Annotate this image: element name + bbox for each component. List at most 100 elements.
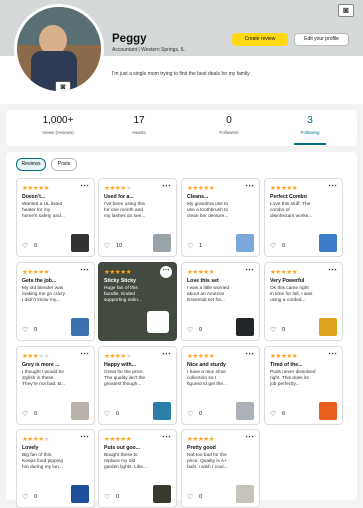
review-body: I have a nice shoe collection so I figur… xyxy=(187,370,228,387)
stat-followers[interactable]: 0 Followers xyxy=(189,115,269,135)
heart-icon[interactable]: ♡ xyxy=(270,411,276,418)
heart-count: 6 xyxy=(282,411,286,417)
review-card[interactable]: ★★★★★ ⋯ Lovely Big fan of this. Keeps food … xyxy=(16,429,95,508)
review-title: Cleans... xyxy=(187,194,209,200)
product-thumbnail xyxy=(71,485,89,503)
heart-count: 0 xyxy=(282,327,286,333)
stat-views: 1,000+ Views (reviews) xyxy=(18,115,98,135)
review-body: I was a little worried about an Amazon E… xyxy=(187,286,230,303)
avatar[interactable]: ◙ xyxy=(14,4,104,94)
product-thumbnail xyxy=(153,402,171,420)
star-rating: ★★★★★ xyxy=(270,353,298,360)
review-body: Bought these to replace my old garden li… xyxy=(104,453,147,470)
review-card[interactable]: ★★★★★ ⋯ Sticky Sticky Huge fan of this bund… xyxy=(98,262,177,341)
review-card[interactable]: ★★★★★ ⋯ Nice and sturdy I have a nice shoe … xyxy=(181,346,260,425)
more-options-icon[interactable]: ⋯ xyxy=(162,432,171,441)
avatar-camera-icon[interactable]: ◙ xyxy=(55,81,71,91)
heart-icon[interactable]: ♡ xyxy=(270,327,276,334)
profile-location: Accountant | Western Springs, IL xyxy=(112,47,185,53)
product-thumbnail xyxy=(236,485,254,503)
tab-reviews[interactable]: Reviews xyxy=(16,158,46,171)
star-rating: ★★★★★ xyxy=(22,269,50,276)
more-options-icon[interactable]: ⋯ xyxy=(245,181,254,190)
heart-icon[interactable]: ♡ xyxy=(22,411,28,418)
review-card[interactable]: ★★★★★ ⋯ Very Powerful Ok this came right in… xyxy=(264,262,343,341)
heart-icon[interactable]: ♡ xyxy=(22,327,28,334)
review-card[interactable]: ★★★★★ ⋯ Puts out goo... Bought these to rep… xyxy=(98,429,177,508)
stat-views-value: 1,000+ xyxy=(42,115,74,126)
more-options-icon[interactable]: ⋯ xyxy=(160,266,172,278)
review-card[interactable]: ★★★★★ ⋯ Pretty good Not too bad for the pri… xyxy=(181,429,260,508)
review-card[interactable]: ★★★★★ ⋯ Grey is more ... I thought I would … xyxy=(16,346,95,425)
more-options-icon[interactable]: ⋯ xyxy=(162,349,171,358)
camera-icon[interactable]: ◙ xyxy=(338,4,354,17)
heart-icon[interactable]: ♡ xyxy=(104,411,110,418)
review-card[interactable]: ★★★★★ ⋯ Tired of the... Pods never dissolve… xyxy=(264,346,343,425)
more-options-icon[interactable]: ⋯ xyxy=(245,265,254,274)
star-rating: ★★★★★ xyxy=(104,436,132,443)
more-options-icon[interactable]: ⋯ xyxy=(162,181,171,190)
product-thumbnail xyxy=(319,234,337,252)
heart-icon[interactable]: ♡ xyxy=(187,243,193,250)
review-body: Great for the price. The quality isn't t… xyxy=(104,370,146,387)
product-thumbnail xyxy=(319,318,337,336)
heart-icon[interactable]: ♡ xyxy=(187,411,193,418)
edit-profile-button[interactable]: Edit your profile xyxy=(294,33,349,46)
heart-count: 0 xyxy=(199,327,203,333)
review-card[interactable]: ★★★★★ ⋯ Happy with... Great for the price. … xyxy=(98,346,177,425)
heart-icon[interactable]: ♡ xyxy=(187,327,193,334)
more-options-icon[interactable]: ⋯ xyxy=(328,349,337,358)
review-title: Gets the job... xyxy=(22,278,57,284)
review-title: Puts out goo... xyxy=(104,445,141,451)
product-thumbnail xyxy=(236,402,254,420)
stat-following-label: Following xyxy=(300,130,320,135)
heart-icon[interactable]: ♡ xyxy=(270,243,276,250)
stats-bar: 1,000+ Views (reviews) 17 Hearts 0 Follo… xyxy=(6,110,357,146)
star-rating: ★★★★★ xyxy=(22,436,50,443)
star-rating: ★★★★★ xyxy=(104,353,132,360)
more-options-icon[interactable]: ⋯ xyxy=(80,265,89,274)
review-card[interactable]: ★★★★★ ⋯ Cleans... My grandma use to use a t… xyxy=(181,178,260,257)
review-card[interactable]: ★★★★★ ⋯ Used for a... I've been using this … xyxy=(98,178,177,257)
review-card[interactable]: ★★★★★ ⋯ Love this set I was a little worrie… xyxy=(181,262,260,341)
review-body: Ok this came right in time for fall, I w… xyxy=(270,286,313,303)
heart-count: 0 xyxy=(116,411,120,417)
review-card[interactable]: ★★★★★ ⋯ Doesn't... Wanted a UL listed heate… xyxy=(16,178,95,257)
stat-followers-value: 0 xyxy=(226,115,232,126)
review-body: Not too bad for the price. Quality is A+… xyxy=(187,453,228,470)
more-options-icon[interactable]: ⋯ xyxy=(245,432,254,441)
more-options-icon[interactable]: ⋯ xyxy=(245,349,254,358)
stat-following[interactable]: 3 Following xyxy=(270,115,350,145)
heart-icon[interactable]: ♡ xyxy=(104,243,110,250)
more-options-icon[interactable]: ⋯ xyxy=(328,265,337,274)
review-body: Love this stuff. The combo of disinfecta… xyxy=(270,202,313,219)
profile-name: Peggy xyxy=(112,33,147,45)
review-body: I thought I would be stylish in these. T… xyxy=(22,370,66,387)
more-options-icon[interactable]: ⋯ xyxy=(80,349,89,358)
star-rating: ★★★★★ xyxy=(187,185,215,192)
review-card[interactable]: ★★★★★ ⋯ Perfect Combo Love this stuff. The … xyxy=(264,178,343,257)
star-rating: ★★★★★ xyxy=(22,185,50,192)
product-thumbnail xyxy=(71,318,89,336)
tab-posts[interactable]: Posts xyxy=(51,158,77,171)
star-rating: ★★★★★ xyxy=(104,185,132,192)
stat-hearts: 17 Hearts xyxy=(99,115,179,135)
heart-count: 10 xyxy=(116,243,123,249)
heart-count: 0 xyxy=(34,411,38,417)
more-options-icon[interactable]: ⋯ xyxy=(328,181,337,190)
create-review-button[interactable]: Create review xyxy=(232,33,288,46)
review-title: Nice and sturdy xyxy=(187,362,226,368)
more-options-icon[interactable]: ⋯ xyxy=(80,181,89,190)
more-options-icon[interactable]: ⋯ xyxy=(80,432,89,441)
review-title: Love this set xyxy=(187,278,219,284)
star-rating: ★★★★★ xyxy=(187,353,215,360)
star-rating: ★★★★★ xyxy=(22,353,50,360)
product-thumbnail xyxy=(153,234,171,252)
product-thumbnail xyxy=(71,402,89,420)
stat-hearts-value: 17 xyxy=(133,115,145,126)
heart-icon[interactable]: ♡ xyxy=(22,243,28,250)
star-rating: ★★★★★ xyxy=(187,436,215,443)
review-card[interactable]: ★★★★★ ⋯ Gets the job... My old blender was … xyxy=(16,262,95,341)
content-panel: Reviews Posts ★★★★★ ⋯ Doesn't... Wanted a U… xyxy=(6,152,357,508)
product-thumbnail xyxy=(236,318,254,336)
